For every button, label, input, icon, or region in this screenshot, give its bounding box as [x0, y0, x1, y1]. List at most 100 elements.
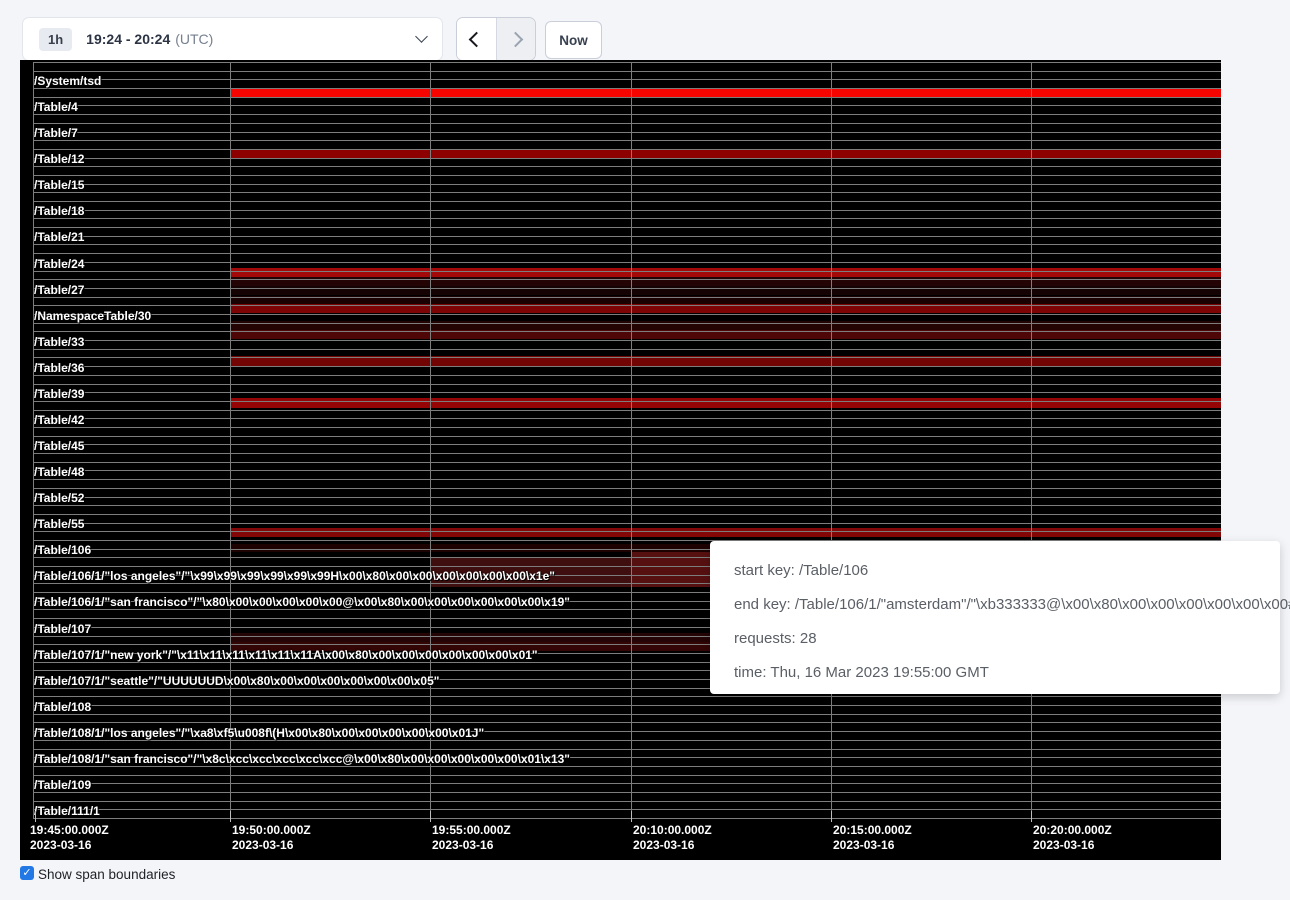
span-boundary-line [33, 531, 1221, 532]
time-column-line [631, 62, 632, 818]
tooltip-requests: requests: 28 [734, 622, 1280, 656]
span-tooltip: start key: /Table/106 end key: /Table/10… [710, 541, 1280, 694]
heat-band[interactable] [230, 528, 1221, 537]
show-span-boundaries-checkbox[interactable]: ✓ [20, 866, 34, 880]
span-boundary-line [33, 714, 1221, 715]
row-label: /Table/21 [34, 230, 84, 244]
span-boundary-line [33, 132, 1221, 133]
span-boundary-line [33, 323, 1221, 324]
heat-band[interactable] [230, 88, 1221, 97]
span-boundary-line [33, 210, 1221, 211]
span-boundary-line [33, 79, 1221, 80]
time-column-line [430, 62, 431, 818]
span-boundary-line [33, 384, 1221, 385]
span-boundary-line [33, 262, 1221, 263]
span-boundary-line [33, 227, 1221, 228]
row-label: /Table/106/1/"los angeles"/"\x99\x99\x99… [34, 569, 555, 583]
heat-band[interactable] [230, 149, 1221, 158]
time-range-preset-badge: 1h [39, 28, 72, 51]
row-label: /System/tsd [34, 74, 101, 88]
span-boundary-line [33, 783, 1221, 784]
span-boundary-line [33, 418, 1221, 419]
span-boundary-line [33, 505, 1221, 506]
tooltip-start-key: start key: /Table/106 [734, 554, 1280, 588]
row-label: /Table/42 [34, 413, 84, 427]
prev-time-button[interactable] [457, 18, 496, 60]
row-label: /Table/55 [34, 517, 84, 531]
axis-time-label: 20:10:00.000Z [633, 823, 712, 837]
time-column-line [1031, 62, 1032, 818]
span-boundary-line [33, 279, 1221, 280]
show-span-boundaries-label: Show span boundaries [38, 866, 175, 883]
span-boundary-line [33, 749, 1221, 750]
key-visualizer-canvas[interactable]: /System/tsd/Table/4/Table/7/Table/12/Tab… [20, 60, 1221, 860]
row-label: /Table/27 [34, 283, 84, 297]
span-boundary-line [33, 488, 1221, 489]
span-boundary-line [33, 436, 1221, 437]
span-boundary-line [33, 297, 1221, 298]
span-boundary-line [33, 427, 1221, 428]
span-boundary-line [33, 288, 1221, 289]
row-label: /Table/107/1/"seattle"/"UUUUUUD\x00\x80\… [34, 674, 439, 688]
span-boundary-line [33, 166, 1221, 167]
heat-band[interactable] [230, 268, 1221, 277]
row-label: /Table/106 [34, 543, 91, 557]
axis-date-label: 2023-03-16 [633, 838, 694, 852]
span-boundary-line [33, 105, 1221, 106]
row-label: /Table/33 [34, 335, 84, 349]
row-label: /Table/52 [34, 491, 84, 505]
row-label: /Table/18 [34, 204, 84, 218]
axis-date-label: 2023-03-16 [232, 838, 293, 852]
span-boundary-line [33, 809, 1221, 810]
span-boundary-line [33, 158, 1221, 159]
axis-tick [831, 811, 832, 822]
span-boundary-line [33, 357, 1221, 358]
chevron-right-icon [508, 31, 524, 47]
span-boundary-line [33, 123, 1221, 124]
span-boundary-line [33, 696, 1221, 697]
span-boundary-line [33, 305, 1221, 306]
row-label: /Table/12 [34, 152, 84, 166]
axis-time-label: 20:15:00.000Z [833, 823, 912, 837]
span-boundary-line [33, 253, 1221, 254]
span-boundary-line [33, 514, 1221, 515]
axis-tick [230, 811, 231, 822]
chevron-left-icon [468, 31, 484, 47]
span-boundary-line [33, 453, 1221, 454]
span-boundary-line [33, 88, 1221, 89]
time-range-selector[interactable]: 1h 19:24 - 20:24 (UTC) [22, 17, 443, 61]
span-boundary-line [33, 470, 1221, 471]
span-boundary-line [33, 71, 1221, 72]
span-boundary-line [33, 340, 1221, 341]
span-boundary-line [33, 184, 1221, 185]
span-boundary-line [33, 62, 1221, 63]
row-label: /Table/24 [34, 257, 84, 271]
span-boundary-line [33, 175, 1221, 176]
tooltip-time: time: Thu, 16 Mar 2023 19:55:00 GMT [734, 656, 1280, 690]
row-label: /Table/107 [34, 622, 91, 636]
heat-band[interactable] [230, 398, 1221, 408]
span-boundary-line [33, 792, 1221, 793]
key-visualizer-page: 1h 19:24 - 20:24 (UTC) Now /System/tsd/T… [0, 0, 1290, 900]
row-label: /Table/39 [34, 387, 84, 401]
axis-tick [430, 811, 431, 822]
span-boundary-line [33, 801, 1221, 802]
row-label: /Table/106/1/"san francisco"/"\x80\x00\x… [34, 595, 570, 609]
span-boundary-line [33, 331, 1221, 332]
row-label: /Table/7 [34, 126, 78, 140]
span-boundary-line [33, 114, 1221, 115]
span-boundary-line [33, 444, 1221, 445]
time-column-line [831, 62, 832, 818]
row-label: /Table/36 [34, 361, 84, 375]
span-boundary-line [33, 392, 1221, 393]
chevron-down-icon [415, 30, 428, 43]
axis-tick [35, 811, 36, 822]
now-button[interactable]: Now [545, 21, 602, 59]
time-column-line [230, 62, 231, 818]
next-time-button-disabled[interactable] [496, 18, 536, 60]
show-span-boundaries-control[interactable]: ✓ Show span boundaries [20, 866, 175, 883]
row-label: /Table/111/1 [34, 804, 100, 818]
span-boundary-line [33, 140, 1221, 141]
span-boundary-line [33, 218, 1221, 219]
axis-date-label: 2023-03-16 [30, 838, 91, 852]
